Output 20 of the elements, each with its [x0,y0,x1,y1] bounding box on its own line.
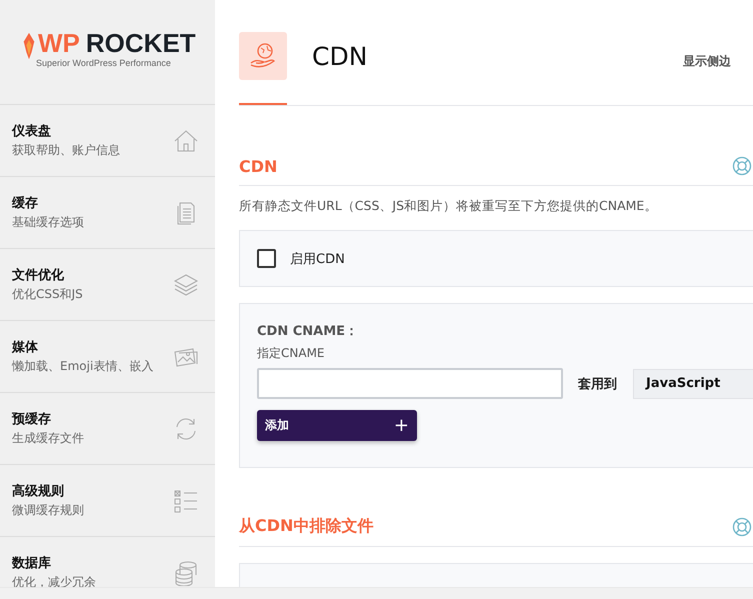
section-title: CDN [239,156,278,176]
sidebar-item[interactable]: 缓存 基础缓存选项 [0,177,215,249]
sidebar-item[interactable]: 预缓存 生成缓存文件 [0,393,215,465]
add-button[interactable]: 添加 + [257,410,417,441]
page-title: CDN [312,42,368,70]
sidebar-item[interactable]: 文件优化 优化CSS和JS [0,249,215,321]
sidebar-item[interactable]: 媒体 懒加载、Emoji表情、嵌入 [0,321,215,393]
section-title: 从CDN中排除文件 [239,516,374,537]
field-hint: 指定CNAME [257,345,326,362]
logo-name: ROCKET [86,30,196,56]
sidebar-item[interactable]: 高级规则 微调缓存规则 [0,465,215,537]
sidebar-item[interactable]: 仪表盘 获取帮助、账户信息 [0,105,215,177]
logo-tagline: Superior WordPress Performance [36,58,172,68]
apply-label: 套用到 [578,376,617,392]
field-title: CDN CNAME： [257,323,360,340]
checkbox-label: 启用CDN [290,250,345,268]
sidebar-toggle-link[interactable]: 显示侧边 [683,52,731,70]
section-description: 所有静态文件URL（CSS、JS和图片）将被重写至下方您提供的CNAME。 [239,198,658,215]
logo-mark: WP [38,30,80,56]
apply-select[interactable]: JavaScript [633,368,753,398]
